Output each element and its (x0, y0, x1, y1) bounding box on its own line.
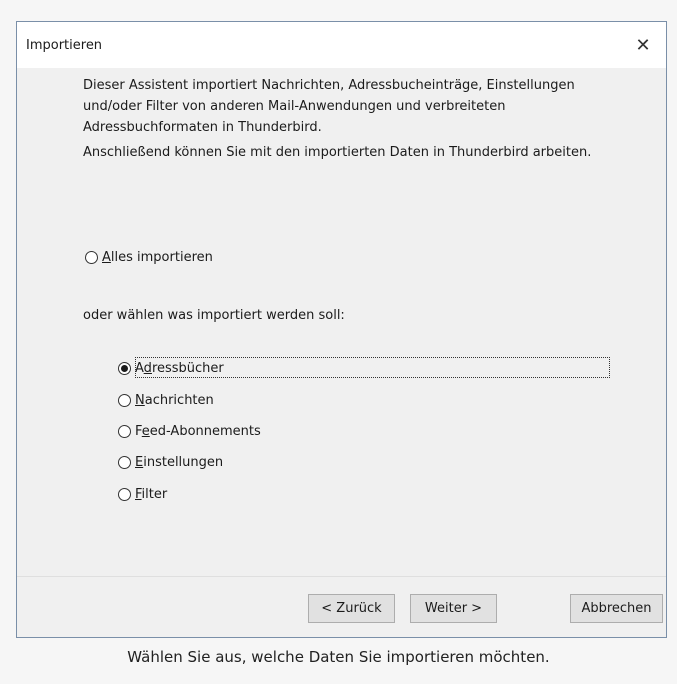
cancel-button[interactable]: Abbrechen (570, 594, 663, 623)
radio-feed-abonnements[interactable]: Feed-Abonnements (118, 424, 261, 439)
radio-import-all[interactable]: Alles importieren (85, 250, 213, 265)
close-icon[interactable]: ✕ (620, 22, 666, 68)
screenshot-frame: Importieren ✕ Dieser Assistent importier… (0, 0, 677, 684)
dialog-body: Dieser Assistent importiert Nachrichten,… (17, 68, 666, 576)
import-dialog: Importieren ✕ Dieser Assistent importier… (16, 21, 667, 638)
radio-einstellungen-indicator[interactable] (118, 456, 131, 469)
radio-adressbuecher-indicator[interactable] (118, 362, 131, 375)
radio-filter-label: Filter (135, 487, 168, 502)
choose-label: oder wählen was importiert werden soll: (83, 308, 345, 323)
dialog-title: Importieren (26, 38, 103, 53)
radio-einstellungen[interactable]: Einstellungen (118, 455, 223, 470)
button-bar: < Zurück Weiter > Abbrechen (17, 576, 666, 637)
radio-nachrichten[interactable]: Nachrichten (118, 393, 214, 408)
radio-feed-abonnements-indicator[interactable] (118, 425, 131, 438)
next-button[interactable]: Weiter > (410, 594, 497, 623)
title-bar: Importieren ✕ (17, 22, 666, 68)
radio-adressbuecher-label: Adressbücher (135, 361, 224, 376)
back-button[interactable]: < Zurück (308, 594, 395, 623)
caption: Wählen Sie aus, welche Daten Sie importi… (127, 648, 550, 666)
intro-paragraph-2: Anschließend können Sie mit den importie… (83, 145, 592, 160)
radio-import-all-indicator[interactable] (85, 251, 98, 264)
radio-einstellungen-label: Einstellungen (135, 455, 224, 470)
radio-import-all-label: Alles importieren (102, 250, 213, 265)
radio-adressbuecher[interactable]: Adressbücher (118, 361, 224, 376)
radio-filter[interactable]: Filter (118, 487, 167, 502)
radio-nachrichten-label: Nachrichten (135, 393, 214, 408)
radio-filter-indicator[interactable] (118, 488, 131, 501)
radio-feed-abonnements-label: Feed-Abonnements (135, 424, 261, 439)
radio-nachrichten-indicator[interactable] (118, 394, 131, 407)
intro-paragraph: Dieser Assistent importiert Nachrichten,… (83, 78, 575, 135)
